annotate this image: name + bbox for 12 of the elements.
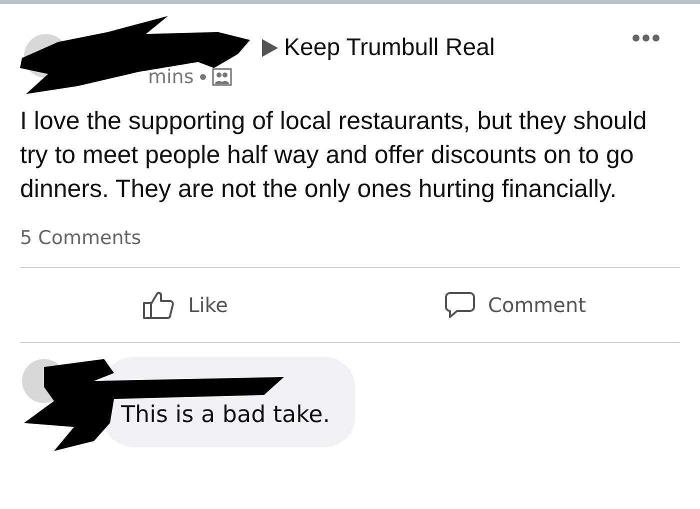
- thumbs-up-icon: [142, 290, 176, 320]
- speech-bubble-icon: [444, 290, 476, 320]
- group-icon: [212, 68, 232, 86]
- comment-count[interactable]: 5 Comments: [0, 224, 700, 252]
- group-name[interactable]: Keep Trumbull Real: [284, 30, 495, 66]
- post-time: mins: [148, 66, 194, 88]
- post-text: I love the supporting of local restaurants, but they should try to meet people half way and offer discounts on to go dinners. They are not the only ones hurting financially.: [19, 106, 648, 205]
- triangle-arrow-icon: [262, 39, 278, 57]
- comment-text: This is a bad take.: [121, 401, 330, 430]
- like-button[interactable]: Like: [142, 290, 228, 320]
- more-icon[interactable]: [632, 34, 660, 42]
- comment-button[interactable]: Comment: [444, 290, 586, 320]
